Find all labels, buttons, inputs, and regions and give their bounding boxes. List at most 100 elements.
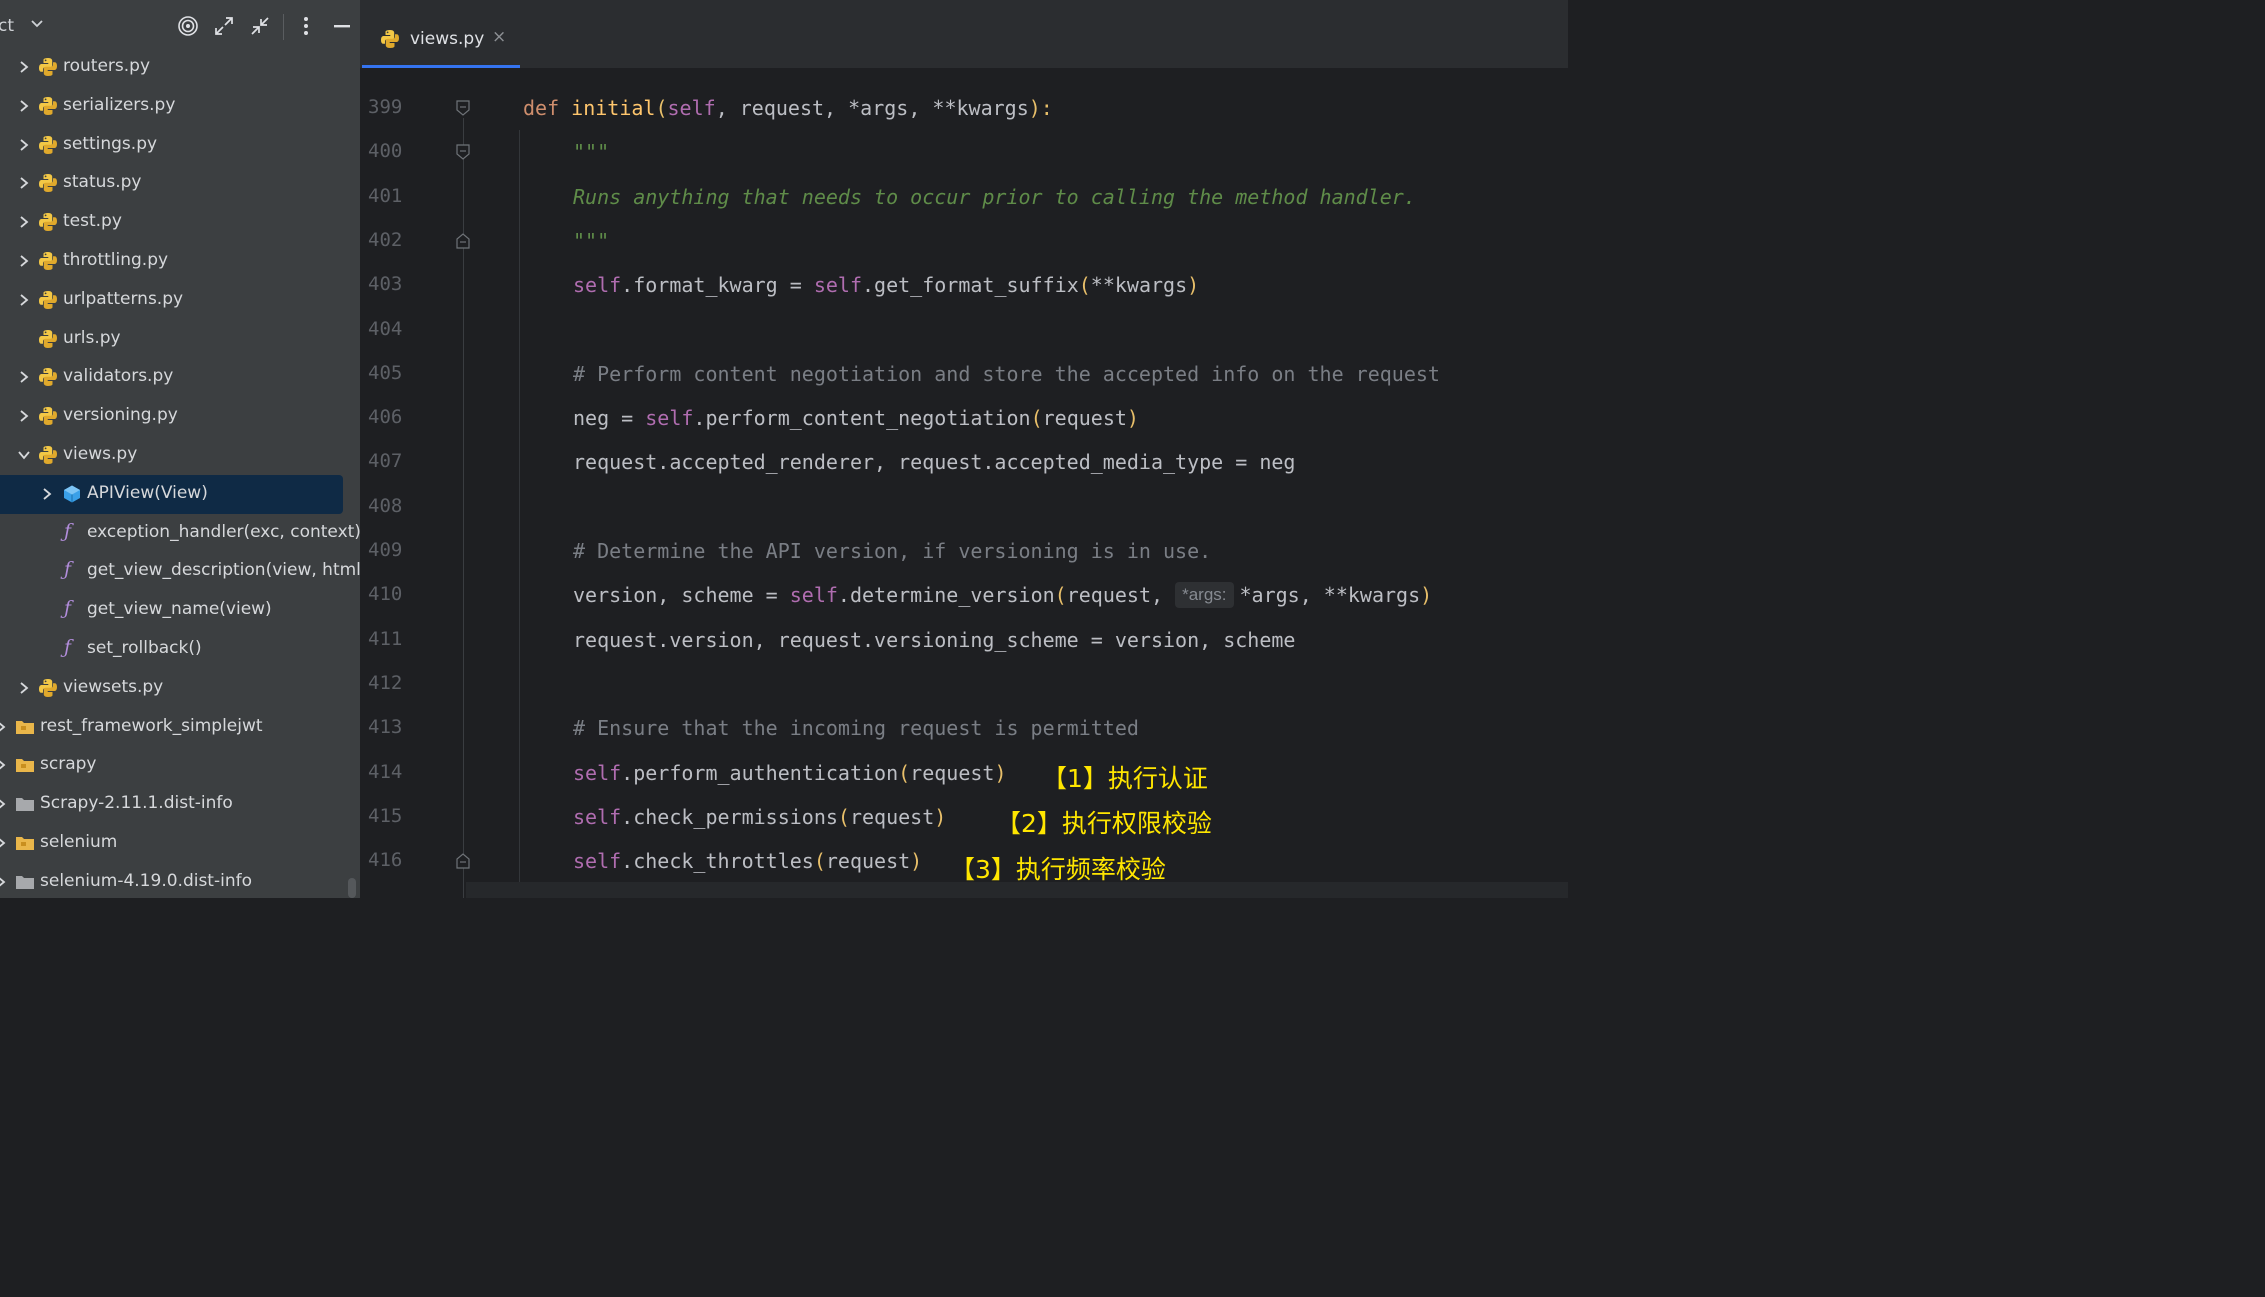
- args: request,: [1066, 583, 1176, 607]
- code-line-410[interactable]: version, scheme = self.determine_version…: [0, 574, 1568, 618]
- docstring-open: """: [573, 140, 610, 164]
- code-line-415[interactable]: self.check_permissions(request): [0, 796, 1568, 840]
- params: , request, *args, **kwargs: [715, 96, 1029, 120]
- comment: # Perform content negotiation and store …: [573, 362, 1440, 386]
- chevron-right-icon[interactable]: [17, 60, 31, 74]
- tree-item-label: APIView(View): [87, 482, 208, 503]
- chevron-down-icon[interactable]: [30, 17, 44, 31]
- keyword-def: def: [523, 96, 560, 120]
- paren: (: [1054, 583, 1067, 607]
- code-text: def initial(self, request, *args, **kwar…: [523, 96, 1053, 120]
- code-text: self.perform_authentication(request): [573, 761, 1007, 785]
- code-line-401[interactable]: Runs anything that needs to occur prior …: [0, 176, 1568, 220]
- args: request: [849, 805, 935, 829]
- close-icon[interactable]: ×: [492, 27, 506, 47]
- code-line-414[interactable]: self.perform_authentication(request): [0, 752, 1568, 796]
- line-number: 404: [368, 317, 403, 340]
- args: *args, **kwargs: [1239, 583, 1421, 607]
- line-number: 409: [368, 539, 403, 561]
- minimize-icon[interactable]: [331, 15, 353, 37]
- paren: ):: [1028, 96, 1053, 120]
- code-line-403[interactable]: self.format_kwarg = self.get_format_suff…: [0, 264, 1568, 308]
- target-icon[interactable]: [177, 15, 199, 37]
- docstring-close: """: [573, 229, 610, 253]
- args: request: [825, 849, 911, 873]
- collapse-icon[interactable]: [249, 15, 271, 37]
- line-number: 410: [368, 583, 403, 606]
- paren: (: [1030, 406, 1043, 430]
- annotation-permission: 【2】执行权限校验: [996, 809, 1212, 838]
- annotation-authentication: 【1】执行认证: [1042, 764, 1208, 793]
- code-line-400[interactable]: """: [0, 131, 1568, 175]
- chevron-right-icon[interactable]: [40, 487, 54, 501]
- method-call: .perform_content_negotiation: [693, 406, 1031, 430]
- editor-tabbar: views.py ×: [360, 0, 1568, 69]
- tab-views-py[interactable]: views.py ×: [362, 10, 520, 68]
- chevron-right-icon[interactable]: [17, 681, 31, 695]
- horizontal-scrollbar[interactable]: [466, 882, 1568, 898]
- code-text: self.check_permissions(request): [573, 805, 946, 829]
- code-segment: .format_kwarg =: [621, 273, 814, 297]
- code-line-406[interactable]: neg = self.perform_content_negotiation(r…: [0, 397, 1568, 441]
- args: request: [1042, 406, 1127, 430]
- annotation-throttle: 【3】执行频率校验: [950, 855, 1166, 884]
- self-keyword: self: [645, 406, 694, 430]
- code-text: request.accepted_renderer, request.accep…: [573, 450, 1296, 474]
- line-number: 408: [368, 494, 403, 517]
- fold-end-icon[interactable]: [456, 233, 470, 249]
- docstring-text: Runs anything that needs to occur prior …: [573, 185, 1416, 209]
- paren: (: [1078, 273, 1091, 297]
- code-text: version, scheme = self.determine_version…: [573, 582, 1433, 610]
- tree-item-label: viewsets.py: [63, 676, 164, 697]
- line-number: 414: [368, 760, 403, 783]
- self-keyword: self: [573, 849, 622, 873]
- line-number: 413: [368, 716, 403, 739]
- code-text: self.check_throttles(request): [573, 849, 922, 873]
- tree-item[interactable]: viewsets.py: [0, 669, 360, 708]
- code-line-411[interactable]: request.version, request.versioning_sche…: [0, 619, 1568, 663]
- code-segment: version, scheme =: [573, 583, 790, 607]
- code-line-405[interactable]: # Perform content negotiation and store …: [0, 353, 1568, 397]
- paren: ): [1420, 583, 1433, 607]
- line-number: 399: [368, 96, 403, 118]
- python-file-icon: [39, 678, 57, 697]
- line-number: 403: [368, 273, 403, 296]
- paren: ): [1126, 406, 1139, 430]
- fold-end-icon[interactable]: [456, 853, 470, 869]
- self-keyword: self: [573, 273, 622, 297]
- code-line-407[interactable]: request.accepted_renderer, request.accep…: [0, 441, 1568, 485]
- tree-item[interactable]: routers.py: [0, 48, 360, 87]
- self-keyword: self: [813, 273, 862, 297]
- parameter-hint: *args:: [1175, 582, 1234, 608]
- line-number: 402: [368, 228, 403, 251]
- code-line-409[interactable]: # Determine the API version, if versioni…: [0, 530, 1568, 574]
- python-file-icon: [39, 329, 57, 348]
- sidebar-title[interactable]: ct: [0, 16, 14, 36]
- code-line-402[interactable]: """: [0, 220, 1568, 264]
- line-number: 406: [368, 406, 403, 429]
- self-keyword: self: [573, 805, 622, 829]
- line-number: 405: [368, 361, 403, 384]
- self-keyword: self: [573, 761, 622, 785]
- self-keyword: self: [789, 583, 838, 607]
- line-number: 400: [368, 140, 403, 163]
- more-vertical-icon[interactable]: [295, 15, 317, 37]
- line-number: 416: [368, 849, 403, 872]
- fold-start-icon[interactable]: [456, 144, 470, 161]
- sidebar-toolbar: ct: [0, 0, 360, 50]
- method-call: .check_permissions: [621, 805, 838, 829]
- expand-icon[interactable]: [213, 15, 235, 37]
- code-line-416[interactable]: self.check_throttles(request): [0, 840, 1568, 884]
- code-line-399[interactable]: def initial(self, request, *args, **kwar…: [0, 87, 1568, 131]
- method-call: .get_format_suffix: [862, 273, 1079, 297]
- code-text: request.version, request.versioning_sche…: [573, 628, 1296, 652]
- line-number: 411: [368, 627, 403, 650]
- code-line-413[interactable]: # Ensure that the incoming request is pe…: [0, 707, 1568, 751]
- comment: # Ensure that the incoming request is pe…: [573, 716, 1139, 740]
- paren: (: [655, 96, 668, 120]
- line-number: 415: [368, 804, 403, 827]
- fold-start-icon[interactable]: [456, 100, 470, 116]
- paren: (: [813, 849, 826, 873]
- paren: (: [898, 761, 911, 785]
- self-keyword: self: [667, 96, 716, 120]
